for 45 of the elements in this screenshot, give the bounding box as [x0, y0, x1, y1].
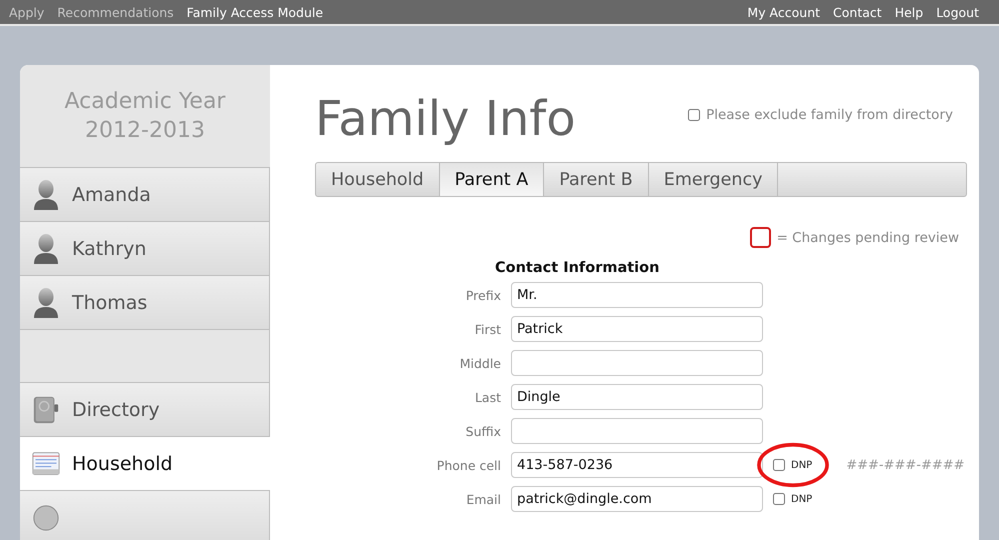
nav-link[interactable]: Help — [894, 4, 924, 20]
checkbox[interactable] — [688, 109, 700, 121]
page-title: Family Info — [315, 90, 576, 149]
nav-link[interactable]: Logout — [936, 4, 979, 20]
academic-year: 2012-2013 — [85, 117, 205, 145]
input-field[interactable]: 413-587-0236 — [511, 452, 763, 478]
field-label: Phone cell — [436, 458, 501, 472]
nav-link[interactable]: Family Access Module — [186, 4, 324, 20]
checkbox-label: DNP — [791, 460, 812, 470]
checkbox[interactable] — [773, 459, 785, 471]
checkbox-label: DNP — [791, 494, 812, 504]
pending-marker-icon — [750, 227, 771, 248]
tab[interactable]: Emergency — [648, 163, 778, 196]
person-icon — [32, 232, 60, 264]
academic-year-title: Academic Year — [64, 88, 226, 116]
person-icon — [32, 178, 60, 210]
tab[interactable]: Parent A — [440, 163, 544, 196]
field-label: Suffix — [464, 424, 501, 438]
checkbox[interactable] — [773, 493, 785, 505]
section-title: Contact Information — [495, 260, 660, 276]
field-label: Email — [465, 492, 501, 506]
nav-link[interactable]: Recommendations — [57, 4, 174, 20]
input-field[interactable]: patrick@dingle.com — [511, 486, 763, 512]
sidebar-item[interactable]: Directory — [20, 383, 270, 437]
field-label: Last — [474, 390, 501, 404]
nav-link[interactable]: Contact — [833, 4, 882, 20]
nav-link[interactable]: My Account — [747, 4, 820, 20]
sidebar-item[interactable]: Kathryn — [20, 222, 270, 276]
sidebar-item[interactable]: Household — [20, 437, 270, 491]
input-field[interactable]: Patrick — [511, 316, 763, 342]
field-label: Prefix — [464, 288, 501, 302]
sidebar-item[interactable]: Amanda — [20, 168, 270, 222]
input-field[interactable] — [511, 350, 763, 376]
input-field[interactable] — [511, 418, 763, 444]
format-hint: ###-###-#### — [846, 458, 965, 472]
sidebar-item[interactable]: Thomas — [20, 276, 270, 330]
field-label: Middle — [458, 356, 501, 370]
person-icon — [32, 286, 60, 318]
nav-link[interactable]: Apply — [9, 4, 44, 20]
input-field[interactable]: Dingle — [511, 384, 763, 410]
field-label: First — [474, 322, 501, 336]
legend-text: = Changes pending review — [776, 230, 959, 246]
checkbox-label: Please exclude family from directory — [706, 107, 953, 123]
tab[interactable]: Parent B — [544, 163, 649, 196]
input-field[interactable]: Mr. — [511, 282, 763, 308]
